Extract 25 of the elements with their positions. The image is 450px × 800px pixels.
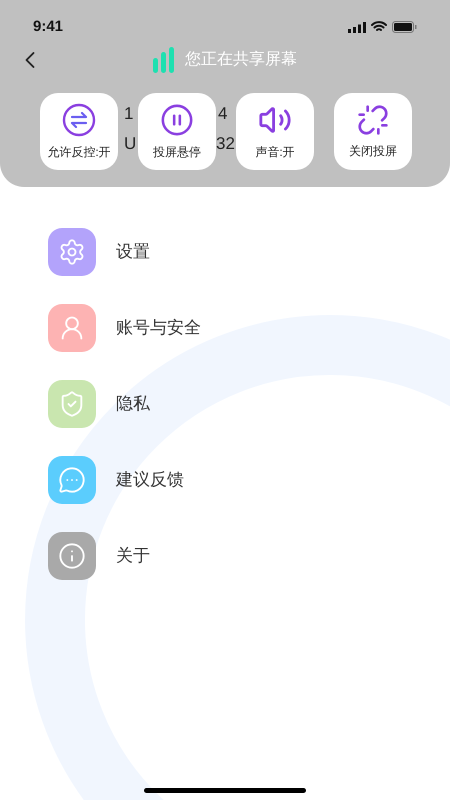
menu-item[interactable]: 账号与安全 xyxy=(48,304,450,352)
covered-text: 4 xyxy=(218,105,228,122)
share-control-button[interactable]: 声音:开 xyxy=(236,93,314,170)
info-icon xyxy=(58,542,86,570)
chat-bubble-icon xyxy=(58,466,86,494)
settings-icon xyxy=(58,238,86,266)
menu-item[interactable]: 建议反馈 xyxy=(48,456,450,504)
covered-text: 1 xyxy=(124,105,134,122)
broken-link-icon xyxy=(357,104,389,136)
menu-item[interactable]: 关于 xyxy=(48,532,450,580)
pause-icon xyxy=(160,102,194,136)
swap-arrows-icon xyxy=(62,102,96,136)
covered-text: 32 xyxy=(216,135,235,152)
battery-icon xyxy=(392,21,417,33)
wifi-icon xyxy=(371,21,387,33)
signal-bars-icon xyxy=(153,47,175,73)
status-time: 9:41 xyxy=(33,16,64,37)
share-status-title: 您正在共享屏幕 xyxy=(185,50,297,70)
signal-icon xyxy=(348,22,366,32)
share-control-button[interactable]: 允许反控:开 xyxy=(40,93,118,170)
menu-item[interactable]: 隐私 xyxy=(48,380,450,428)
menu-item[interactable]: 设置 xyxy=(48,228,450,276)
share-control-button[interactable]: 关闭投屏 xyxy=(334,93,412,170)
share-control-button[interactable]: 投屏悬停 xyxy=(138,93,216,170)
covered-text: U xyxy=(124,135,136,152)
